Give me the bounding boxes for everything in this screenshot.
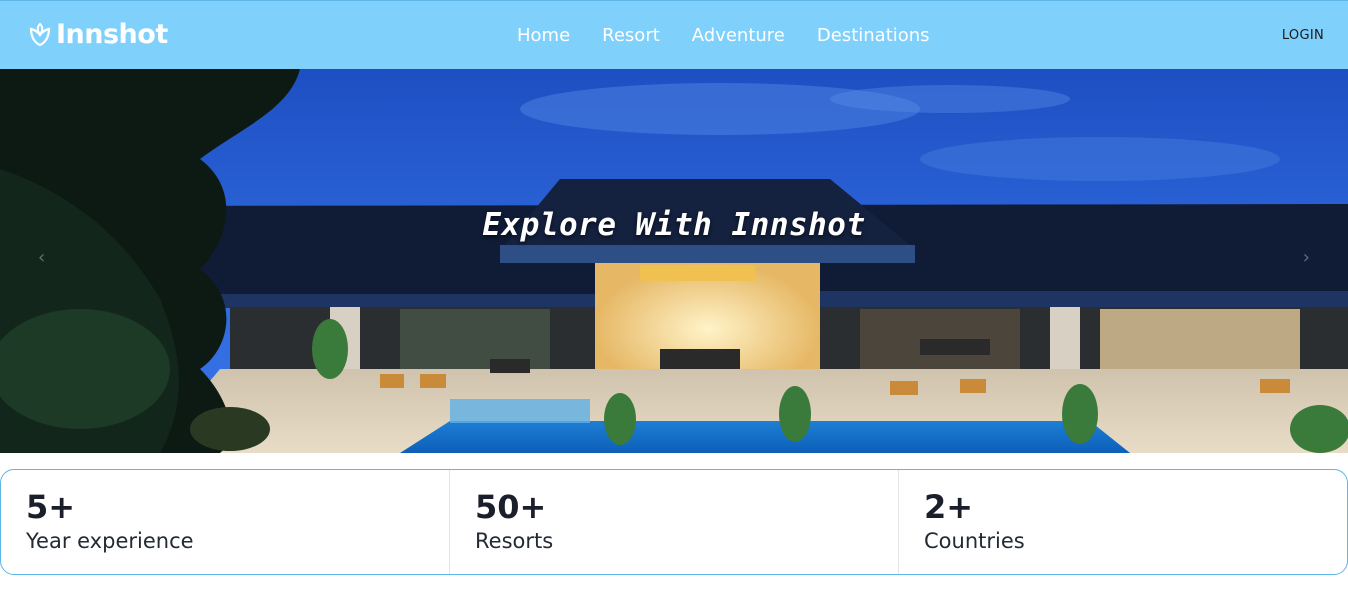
login-link[interactable]: LOGIN: [1282, 28, 1324, 43]
nav-link-adventure[interactable]: Adventure: [692, 25, 785, 46]
stat-label: Resorts: [475, 529, 554, 554]
chevron-left-icon[interactable]: ‹: [38, 247, 45, 268]
stat-label: Countries: [924, 529, 1025, 554]
stat-value: 2+: [924, 488, 974, 526]
stat-value: 50+: [475, 488, 547, 526]
stat-value: 5+: [26, 488, 76, 526]
hero-carousel: Explore With Innshot ‹ ›: [0, 69, 1348, 453]
main-nav: Home Resort Adventure Destinations: [517, 25, 930, 46]
brand-name: Innshot: [56, 19, 168, 50]
brand-logo-link[interactable]: Innshot: [28, 19, 168, 50]
navbar: Innshot Home Resort Adventure Destinatio…: [0, 0, 1348, 69]
stats-panel: 5+ Year experience 50+ Resorts 2+ Countr…: [0, 469, 1348, 575]
flower-logo-icon: [28, 21, 52, 49]
hero-title: Explore With Innshot: [482, 207, 866, 243]
stat-experience: 5+ Year experience: [1, 470, 450, 574]
hero-resort-image: [0, 69, 1348, 453]
stat-resorts: 50+ Resorts: [450, 470, 899, 574]
chevron-right-icon[interactable]: ›: [1303, 247, 1310, 268]
stat-countries: 2+ Countries: [899, 470, 1347, 574]
nav-link-resort[interactable]: Resort: [602, 25, 660, 46]
stat-label: Year experience: [26, 529, 194, 554]
nav-link-home[interactable]: Home: [517, 25, 570, 46]
nav-link-destinations[interactable]: Destinations: [817, 25, 930, 46]
